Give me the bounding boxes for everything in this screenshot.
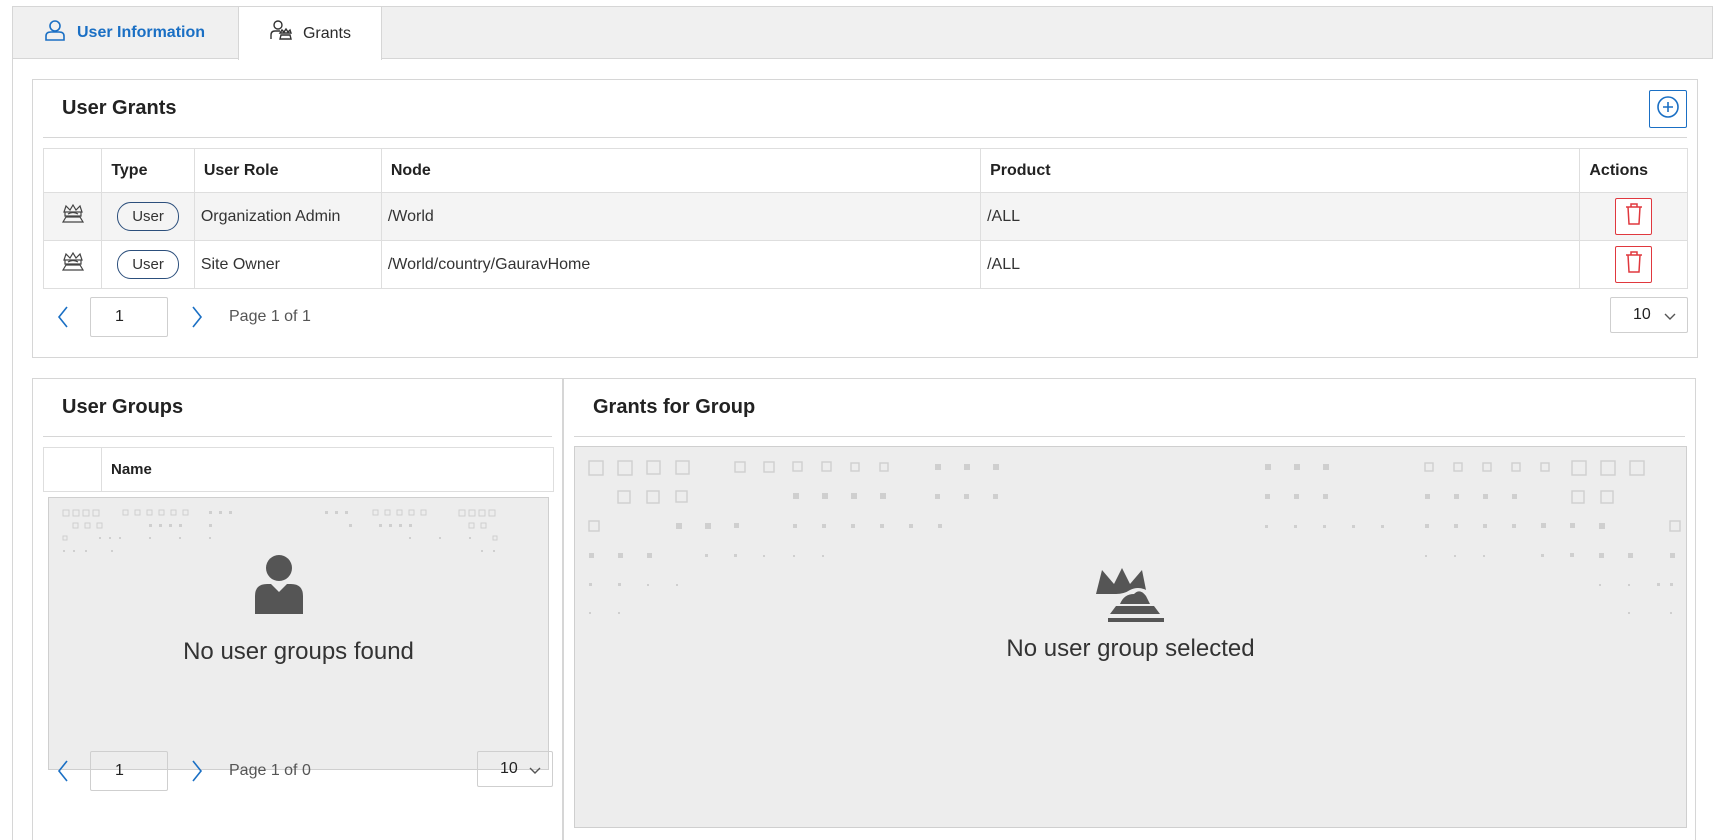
column-header-user-role[interactable]: User Role [193, 148, 382, 193]
type-badge: User [117, 202, 179, 231]
page-size-value: 10 [500, 760, 518, 777]
actions-cell [1579, 192, 1688, 241]
empty-message: No user groups found [183, 638, 414, 665]
column-header-node[interactable]: Node [380, 148, 982, 193]
grant-icon [42, 192, 103, 241]
actions-cell [1579, 240, 1688, 289]
column-header-product[interactable]: Product [980, 148, 1581, 193]
grants-for-group-panel: Grants for Group No user group selected [563, 378, 1696, 840]
user-role-cell: Organization Admin [193, 192, 382, 241]
delete-grant-button[interactable] [1615, 198, 1653, 235]
trash-icon [1624, 202, 1644, 231]
type-badge: User [117, 250, 179, 279]
page-size-select[interactable]: 10 [1610, 297, 1688, 333]
prev-page-button[interactable] [49, 303, 77, 331]
user-groups-pager: 1 Page 1 of 0 [49, 751, 311, 791]
type-cell: User [101, 192, 195, 241]
empty-state: No user group selected [574, 446, 1687, 828]
column-header-name[interactable]: Name [101, 447, 554, 492]
user-icon [43, 18, 67, 47]
crown-grant-icon [1094, 564, 1166, 629]
user-grants-panel: User Grants Type User Role Node Product … [32, 79, 1698, 358]
user-grants-icon [269, 19, 293, 48]
tab-user-information[interactable]: User Information [13, 6, 238, 59]
panel-title: Grants for Group [593, 396, 756, 418]
column-header [43, 447, 102, 492]
empty-state: No user groups found [48, 497, 549, 770]
table-row[interactable]: User Organization Admin /World /ALL [42, 192, 1688, 241]
tab-bar: User Information Grants [12, 6, 1713, 60]
delete-grant-button[interactable] [1615, 246, 1653, 283]
type-cell: User [101, 240, 195, 289]
node-cell: /World/country/GauravHome [380, 240, 982, 289]
tab-grants[interactable]: Grants [238, 6, 382, 60]
prev-page-button[interactable] [49, 757, 77, 785]
add-grant-button[interactable] [1649, 90, 1687, 128]
page-label: Page 1 of 1 [229, 308, 311, 325]
next-page-button[interactable] [183, 757, 211, 785]
panel-title: User Groups [62, 396, 184, 418]
next-page-button[interactable] [183, 303, 211, 331]
divider [43, 436, 552, 437]
plus-circle-icon [1656, 95, 1680, 124]
grant-icon [42, 240, 103, 289]
user-grants-pager: 1 Page 1 of 1 [49, 297, 311, 337]
page-size-value: 10 [1633, 306, 1651, 323]
panel-title: User Grants [62, 97, 177, 119]
product-cell: /ALL [980, 192, 1581, 241]
page-number-input[interactable]: 1 [90, 297, 168, 337]
product-cell: /ALL [980, 240, 1581, 289]
trash-icon [1624, 250, 1644, 279]
column-header-type[interactable]: Type [101, 148, 195, 193]
user-silhouette-icon [253, 554, 305, 619]
page-size-select[interactable]: 10 [477, 751, 553, 787]
user-role-cell: Site Owner [193, 240, 382, 289]
user-groups-table: Name [43, 447, 554, 492]
divider [574, 436, 1685, 437]
empty-message: No user group selected [1006, 635, 1255, 662]
tab-label: Grants [302, 24, 351, 42]
column-header-actions: Actions [1579, 148, 1688, 193]
column-header [42, 148, 103, 193]
divider [43, 137, 1687, 138]
tab-label: User Information [77, 23, 206, 41]
table-row[interactable]: User Site Owner /World/country/GauravHom… [42, 240, 1688, 289]
user-groups-panel: User Groups Name No user groups found 1 … [32, 378, 563, 840]
table-header: Name [43, 447, 554, 492]
user-grants-table: Type User Role Node Product Actions User… [42, 148, 1688, 289]
page-number-input[interactable]: 1 [90, 751, 168, 791]
page-label: Page 1 of 0 [229, 762, 311, 779]
node-cell: /World [380, 192, 982, 241]
table-header: Type User Role Node Product Actions [42, 148, 1688, 193]
